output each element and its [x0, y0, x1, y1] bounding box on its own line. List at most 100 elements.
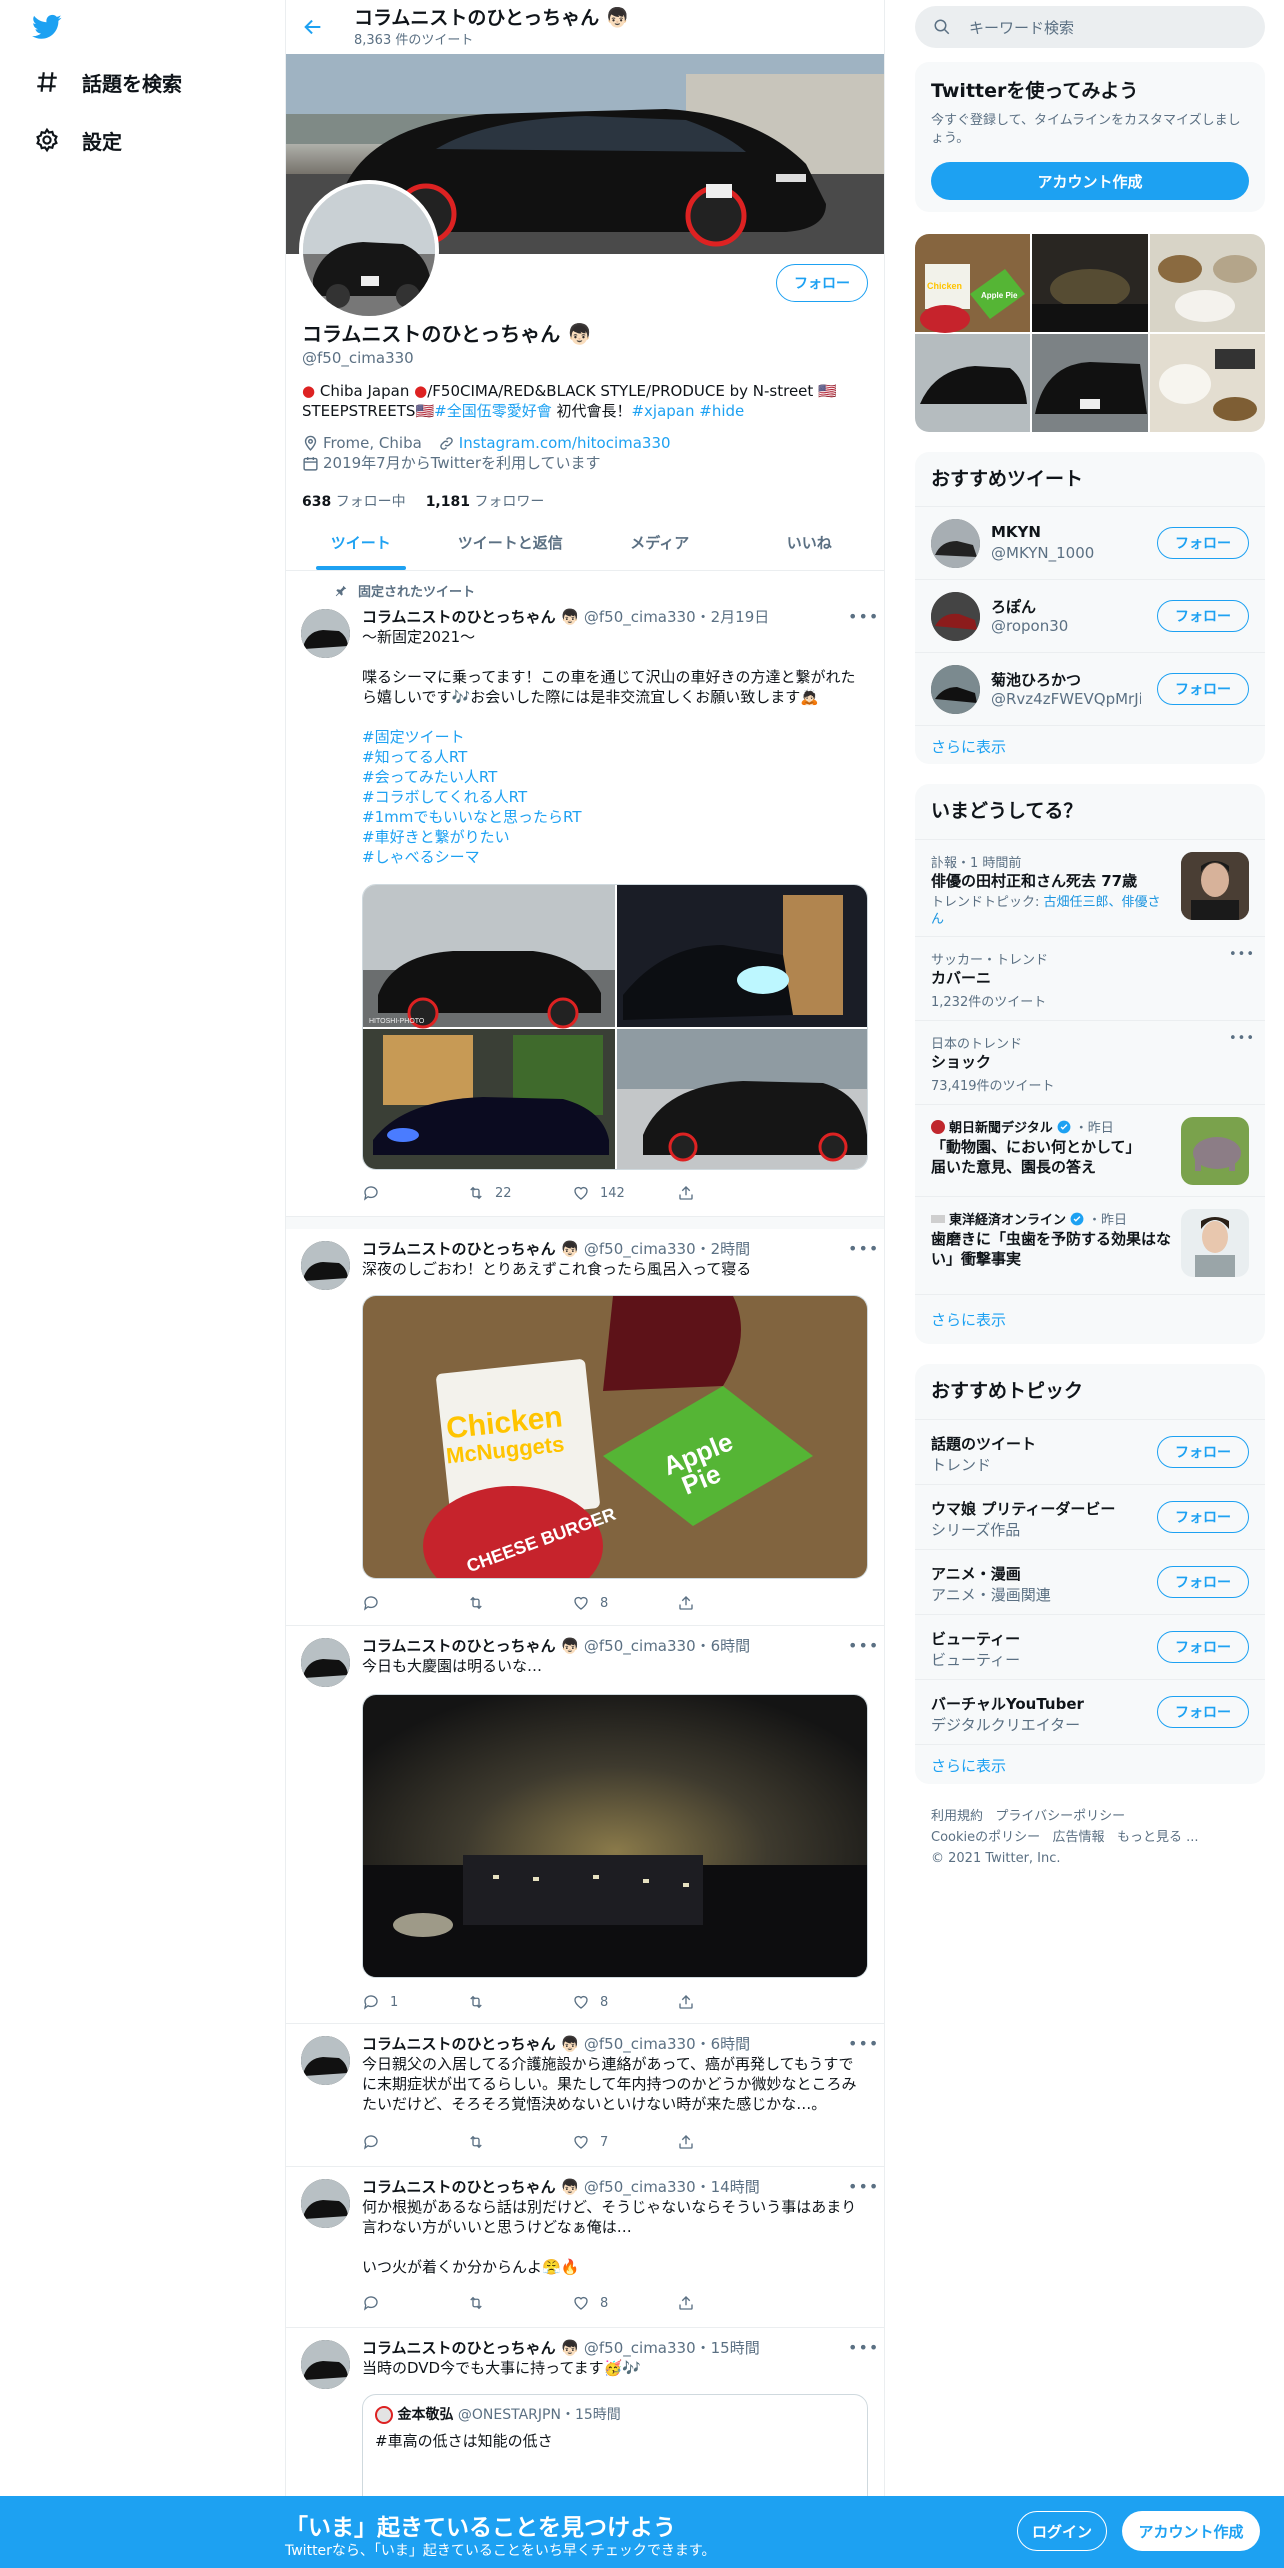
profile-website[interactable]: Instagram.com/hitocima330: [438, 433, 671, 453]
retweet-button[interactable]: 22: [467, 1183, 572, 1203]
profile-follow-button[interactable]: フォロー: [776, 264, 868, 302]
signup-button[interactable]: アカウント作成: [931, 162, 1249, 200]
hashtag-link[interactable]: #コラボしてくれる人RT: [362, 787, 868, 807]
followers-link[interactable]: 1,181 フォロワー: [426, 491, 545, 511]
retweet-button[interactable]: [467, 1593, 572, 1613]
share-button[interactable]: [677, 2132, 782, 2152]
news-item[interactable]: 東洋経済オンライン ・昨日 歯磨きに「虫歯を予防する効果はな い」衝撃事実: [915, 1196, 1265, 1294]
tweet-avatar[interactable]: [301, 2036, 350, 2085]
follow-button[interactable]: フォロー: [1157, 673, 1249, 705]
topic-item[interactable]: バーチャルYouTuber デジタルクリエイター フォロー: [915, 1679, 1265, 1744]
hashtag-link[interactable]: #しゃべるシーマ: [362, 847, 868, 867]
tweet-avatar[interactable]: [301, 1638, 350, 1687]
who-to-follow-more-link[interactable]: さらに表示: [915, 725, 1265, 764]
trends-more-link[interactable]: さらに表示: [915, 1294, 1265, 1344]
tweet-time[interactable]: 15時間: [711, 2339, 760, 2357]
tab-media[interactable]: メディア: [585, 515, 735, 570]
tweet-author-name[interactable]: コラムニストのひとっちゃん: [362, 2035, 556, 2053]
trend-item[interactable]: 日本のトレンド ショック 73,419件のツイート •••: [915, 1020, 1265, 1104]
follow-button[interactable]: フォロー: [1157, 527, 1249, 559]
tweet-avatar[interactable]: [301, 1241, 350, 1290]
trend-item[interactable]: 訃報・1 時間前 俳優の田村正和さん死去 77歳 トレンドトピック: 古畑任三郎…: [915, 839, 1265, 936]
tweet-author-name[interactable]: コラムニストのひとっちゃん: [362, 608, 556, 626]
like-button[interactable]: 142: [572, 1183, 677, 1203]
nav-explore[interactable]: 話題を検索: [34, 62, 182, 102]
share-button[interactable]: [677, 1593, 782, 1613]
tweet-author-name[interactable]: コラムニストのひとっちゃん: [362, 1637, 556, 1655]
login-button[interactable]: ログイン: [1017, 2511, 1107, 2551]
tweet-photo-grid[interactable]: HITOSHI-PHOTO: [362, 884, 868, 1170]
back-arrow-icon[interactable]: [302, 16, 324, 38]
tweet-photo[interactable]: [362, 1694, 868, 1978]
footer-privacy[interactable]: プライバシーポリシー: [995, 1809, 1125, 1824]
hashtag-link[interactable]: #1mmでもいいなと思ったらRT: [362, 807, 868, 827]
tweet-author-name[interactable]: コラムニストのひとっちゃん: [362, 2339, 556, 2357]
hashtag-link[interactable]: #会ってみたい人RT: [362, 767, 868, 787]
tweet-time[interactable]: 2月19日: [711, 608, 770, 626]
topic-follow-button[interactable]: フォロー: [1157, 1501, 1249, 1533]
media-photo-grid[interactable]: Chicken Apple Pie: [915, 234, 1265, 432]
tab-tweets[interactable]: ツイート: [286, 515, 436, 570]
tweet-author-name[interactable]: コラムニストのひとっちゃん: [362, 1240, 556, 1258]
tweet-author-name[interactable]: コラムニストのひとっちゃん: [362, 2178, 556, 2196]
footer-cookie[interactable]: Cookieのポリシー: [931, 1830, 1040, 1845]
topic-follow-button[interactable]: フォロー: [1157, 1566, 1249, 1598]
tweet-avatar[interactable]: [301, 2179, 350, 2228]
reply-button[interactable]: [362, 2293, 467, 2313]
reply-button[interactable]: 1: [362, 1992, 467, 2012]
tab-tweets-replies[interactable]: ツイートと返信: [436, 515, 586, 570]
following-link[interactable]: 638 フォロー中: [302, 491, 406, 511]
tab-likes[interactable]: いいね: [735, 515, 885, 570]
profile-avatar[interactable]: [299, 180, 439, 320]
topic-follow-button[interactable]: フォロー: [1157, 1631, 1249, 1663]
topics-more-link[interactable]: さらに表示: [915, 1744, 1265, 1784]
share-button[interactable]: [677, 1992, 782, 2012]
reply-button[interactable]: [362, 2132, 467, 2152]
footer-ads[interactable]: 広告情報: [1053, 1830, 1105, 1845]
bottom-signup-button[interactable]: アカウント作成: [1122, 2511, 1260, 2551]
bio-hashtag-xjapan[interactable]: #xjapan: [631, 402, 694, 420]
tweet-time[interactable]: 6時間: [711, 1637, 751, 1655]
like-button[interactable]: 8: [572, 1992, 677, 2012]
nav-settings[interactable]: 設定: [34, 120, 122, 160]
tweet-avatar[interactable]: [301, 609, 350, 658]
follow-suggestion[interactable]: MKYN @MKYN_1000 フォロー: [915, 506, 1265, 579]
tweet-time[interactable]: 2時間: [711, 1240, 751, 1258]
hashtag-link[interactable]: #固定ツイート: [362, 727, 868, 747]
topic-item[interactable]: ウマ娘 プリティーダービー シリーズ作品 フォロー: [915, 1484, 1265, 1549]
search-input[interactable]: キーワード検索: [915, 6, 1265, 48]
tweet-avatar[interactable]: [301, 2340, 350, 2389]
news-item[interactable]: 朝日新聞デジタル ・昨日 「動物園、におい何とかして」 届いた意見、園長の答え: [915, 1104, 1265, 1196]
topic-item[interactable]: アニメ・漫画 アニメ・漫画関連 フォロー: [915, 1549, 1265, 1614]
retweet-button[interactable]: [467, 2293, 572, 2313]
bio-hashtag-club[interactable]: #全国伍零愛好會: [434, 402, 552, 420]
tweet-photo[interactable]: Chicken McNuggets Apple Pie CHEESE BURGE…: [362, 1295, 868, 1579]
reply-button[interactable]: [362, 1183, 467, 1203]
tweet-time[interactable]: 6時間: [711, 2035, 751, 2053]
retweet-button[interactable]: [467, 1992, 572, 2012]
follow-button[interactable]: フォロー: [1157, 600, 1249, 632]
tweet[interactable]: ••• コラムニストのひとっちゃん 👦🏻 @f50_cima330・6時間 今日…: [286, 1626, 884, 2024]
profile-website-link[interactable]: Instagram.com/hitocima330: [459, 433, 671, 453]
tweet-time[interactable]: 14時間: [711, 2178, 760, 2196]
trend-more-icon[interactable]: •••: [1229, 1031, 1254, 1051]
like-button[interactable]: 8: [572, 1593, 677, 1613]
follow-suggestion[interactable]: 菊池ひろかつ @Rvz4zFWEVQpMrJi フォロー: [915, 652, 1265, 725]
footer-terms[interactable]: 利用規約: [931, 1809, 983, 1824]
topic-follow-button[interactable]: フォロー: [1157, 1436, 1249, 1468]
follow-suggestion[interactable]: ろぽん @ropon30 フォロー: [915, 579, 1265, 652]
trend-item[interactable]: サッカー・トレンド カバーニ 1,232件のツイート •••: [915, 936, 1265, 1020]
like-button[interactable]: 7: [572, 2132, 677, 2152]
hashtag-link[interactable]: #車好きと繋がりたい: [362, 827, 868, 847]
topic-item[interactable]: ビューティー ビューティー フォロー: [915, 1614, 1265, 1679]
tweet[interactable]: ••• コラムニストのひとっちゃん 👦🏻 @f50_cima330・14時間 何…: [286, 2167, 884, 2328]
retweet-button[interactable]: [467, 2132, 572, 2152]
share-button[interactable]: [677, 1183, 782, 1203]
topic-follow-button[interactable]: フォロー: [1157, 1696, 1249, 1728]
trend-more-icon[interactable]: •••: [1229, 947, 1254, 967]
tweet-pinned[interactable]: 固定されたツイート ••• コラムニストのひとっちゃん 👦🏻 @f50_cima…: [286, 571, 884, 1217]
hashtag-link[interactable]: #知ってる人RT: [362, 747, 868, 767]
like-button[interactable]: 8: [572, 2293, 677, 2313]
topic-item[interactable]: 話題のツイート トレンド フォロー: [915, 1419, 1265, 1484]
share-button[interactable]: [677, 2293, 782, 2313]
